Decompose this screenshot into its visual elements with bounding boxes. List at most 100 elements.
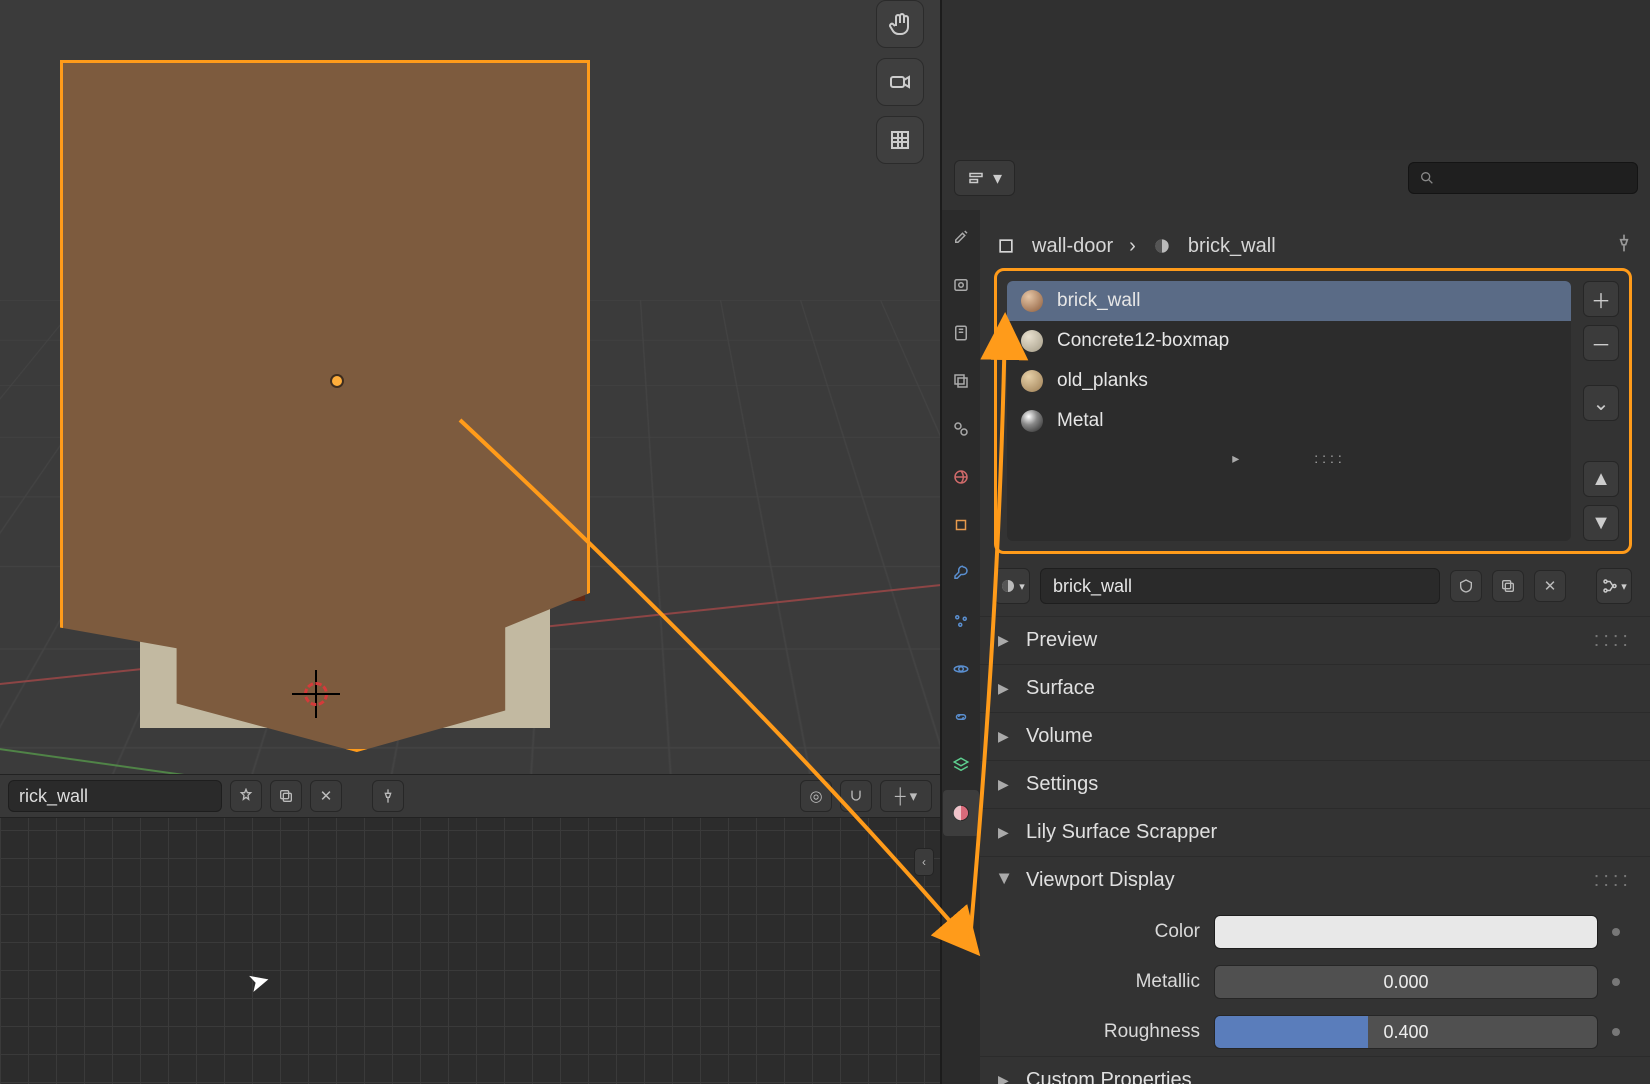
- material-slot-name: old_planks: [1057, 370, 1148, 392]
- section-label: Volume: [1026, 725, 1093, 748]
- material-name-value: brick_wall: [1053, 576, 1132, 597]
- tab-constraints-icon[interactable]: [943, 694, 979, 740]
- remove-slot-button[interactable]: －: [1583, 325, 1619, 361]
- header-spacer: [942, 0, 1650, 150]
- snap-mode-dropdown[interactable]: ┼ ▾: [880, 780, 932, 812]
- mesh-stone-step: [140, 604, 550, 728]
- properties-tabs: [942, 210, 980, 1084]
- material-slot[interactable]: Metal: [1007, 401, 1571, 441]
- material-datablock-row: ▾ brick_wall ✕ ▾: [994, 568, 1632, 604]
- editor-type-dropdown[interactable]: ▾: [954, 160, 1015, 196]
- object-origin-dot: [332, 376, 342, 386]
- section-label: Custom Properties: [1026, 1069, 1192, 1084]
- browse-material-dropdown[interactable]: ▾: [994, 568, 1030, 604]
- shader-header: rick_wall ✕ ◎ ┼ ▾: [0, 774, 940, 818]
- new-material-button[interactable]: [1492, 570, 1524, 602]
- move-slot-down-button[interactable]: ▼: [1583, 505, 1619, 541]
- section-volume[interactable]: ▶Volume: [980, 712, 1650, 760]
- shader-material-name: rick_wall: [19, 786, 88, 807]
- metallic-field[interactable]: 0.000: [1214, 965, 1598, 999]
- section-label: Surface: [1026, 677, 1095, 700]
- tab-modifier-icon[interactable]: [943, 550, 979, 596]
- section-label: Viewport Display: [1026, 869, 1175, 892]
- animate-property-button[interactable]: [1612, 1028, 1620, 1036]
- tab-data-icon[interactable]: [943, 742, 979, 788]
- snap-icon[interactable]: [840, 780, 872, 812]
- fake-user-toggle[interactable]: [1450, 570, 1482, 602]
- properties-breadcrumb: wall-door › brick_wall: [996, 226, 1634, 266]
- viewport-3d[interactable]: [0, 0, 940, 774]
- section-label: Lily Surface Scrapper: [1026, 821, 1217, 844]
- breadcrumb-object[interactable]: wall-door: [1032, 235, 1113, 258]
- pane-collapse-toggle[interactable]: ‹: [914, 848, 934, 876]
- material-name-field[interactable]: brick_wall: [1040, 568, 1440, 604]
- material-slot[interactable]: old_planks: [1007, 361, 1571, 401]
- camera-view-icon[interactable]: [876, 58, 924, 106]
- metallic-label: Metallic: [1010, 971, 1200, 993]
- animate-property-button[interactable]: [1612, 978, 1620, 986]
- material-slot[interactable]: brick_wall: [1007, 281, 1571, 321]
- unlink-material-button[interactable]: ✕: [1534, 570, 1566, 602]
- slot-specials-dropdown[interactable]: ⌄: [1583, 385, 1619, 421]
- tab-physics-icon[interactable]: [943, 646, 979, 692]
- properties-body: wall-door › brick_wall brick_wall Concre…: [980, 210, 1650, 1084]
- tab-output-icon[interactable]: [943, 310, 979, 356]
- move-slot-up-button[interactable]: ▲: [1583, 461, 1619, 497]
- mesh-brick-left: [63, 63, 171, 601]
- section-viewport-display[interactable]: ▶Viewport Display::::: [980, 856, 1650, 904]
- tab-render-icon[interactable]: [943, 262, 979, 308]
- toggle-overlay-icon[interactable]: ◎: [800, 780, 832, 812]
- breadcrumb-pin-icon[interactable]: [1614, 233, 1634, 259]
- material-slot-name: Metal: [1057, 410, 1103, 432]
- slot-resize-grip[interactable]: ▸ ::::: [1007, 441, 1571, 475]
- tab-particles-icon[interactable]: [943, 598, 979, 644]
- duplicate-icon[interactable]: [270, 780, 302, 812]
- material-preview-sphere-icon: [1021, 370, 1043, 392]
- breadcrumb-material[interactable]: brick_wall: [1188, 235, 1276, 258]
- viewport-display-color-row: Color: [1010, 912, 1620, 952]
- properties-search-input[interactable]: [1408, 162, 1638, 194]
- breadcrumb-separator: ›: [1129, 235, 1136, 258]
- material-preview-sphere-icon: [1021, 410, 1043, 432]
- tab-viewlayer-icon[interactable]: [943, 358, 979, 404]
- material-slot[interactable]: Concrete12-boxmap: [1007, 321, 1571, 361]
- material-slot-list[interactable]: brick_wall Concrete12-boxmap old_planks …: [1007, 281, 1571, 541]
- section-surface[interactable]: ▶Surface: [980, 664, 1650, 712]
- tab-material-icon[interactable]: [943, 790, 979, 836]
- chevron-down-icon: ▾: [993, 168, 1002, 189]
- mesh-stone-jamb-right: [420, 150, 490, 670]
- material-preview-sphere-icon: [1021, 330, 1043, 352]
- viewport-display-roughness-row: Roughness 0.400: [1010, 1012, 1620, 1052]
- tab-tool-icon[interactable]: [943, 214, 979, 260]
- section-lily-surface-scrapper[interactable]: ▶Lily Surface Scrapper: [980, 808, 1650, 856]
- fake-user-icon[interactable]: [230, 780, 262, 812]
- roughness-value: 0.400: [1383, 1022, 1428, 1043]
- material-preview-sphere-icon: [1021, 290, 1043, 312]
- animate-property-button[interactable]: [1612, 928, 1620, 936]
- pin-icon[interactable]: [372, 780, 404, 812]
- roughness-slider[interactable]: 0.400: [1214, 1015, 1598, 1049]
- unlink-icon[interactable]: ✕: [310, 780, 342, 812]
- mesh-door-planks: [232, 140, 418, 610]
- tab-object-icon[interactable]: [943, 502, 979, 548]
- color-label: Color: [1010, 921, 1200, 943]
- perspective-grid-icon[interactable]: [876, 116, 924, 164]
- slot-side-buttons: ＋ － ⌄ ▲ ▼: [1583, 281, 1619, 541]
- tab-world-icon[interactable]: [943, 454, 979, 500]
- section-settings[interactable]: ▶Settings: [980, 760, 1650, 808]
- add-slot-button[interactable]: ＋: [1583, 281, 1619, 317]
- section-preview[interactable]: ▶Preview::::: [980, 616, 1650, 664]
- section-label: Settings: [1026, 773, 1098, 796]
- roughness-label: Roughness: [1010, 1021, 1200, 1043]
- pan-view-icon[interactable]: [876, 0, 924, 48]
- viewport-gizmo-column: [876, 0, 928, 164]
- shader-material-name-field[interactable]: rick_wall: [8, 780, 222, 812]
- section-custom-properties[interactable]: ▶Custom Properties: [980, 1056, 1650, 1084]
- color-swatch[interactable]: [1214, 915, 1598, 949]
- section-label: Preview: [1026, 629, 1097, 652]
- tab-scene-icon[interactable]: [943, 406, 979, 452]
- shader-editor[interactable]: rick_wall ✕ ◎ ┼ ▾: [0, 774, 940, 1084]
- mesh-brick-right: [477, 63, 585, 601]
- node-tree-dropdown[interactable]: ▾: [1596, 568, 1632, 604]
- material-slot-name: Concrete12-boxmap: [1057, 330, 1229, 352]
